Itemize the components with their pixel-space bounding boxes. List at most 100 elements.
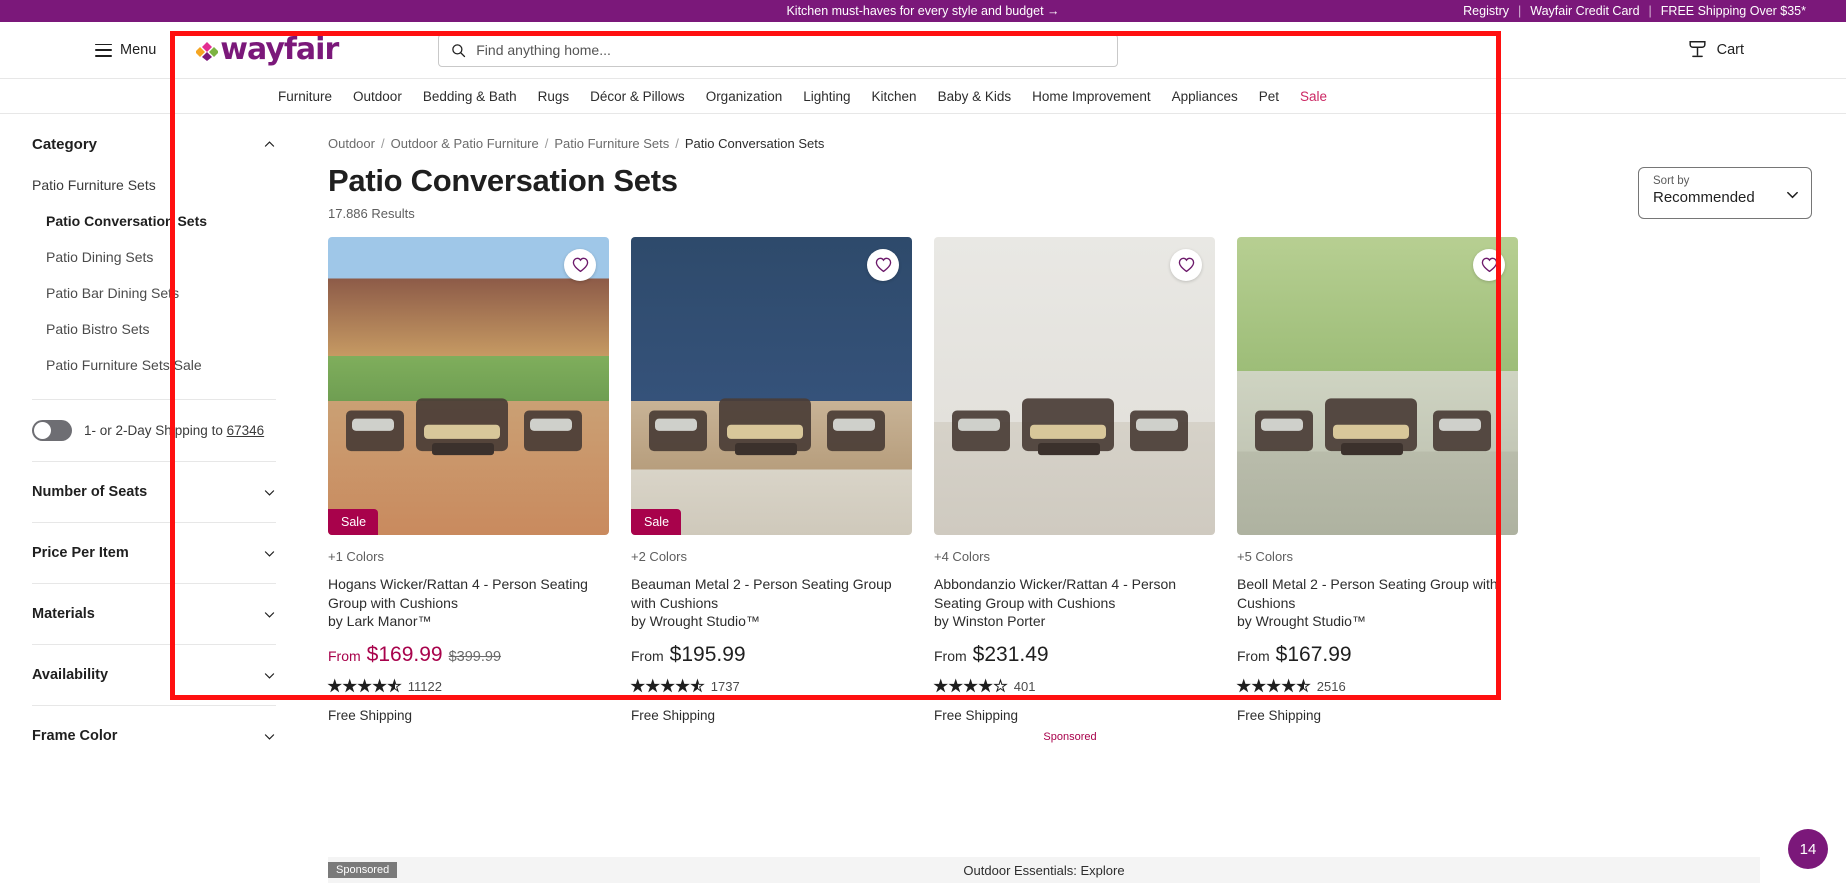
catnav-item-pet[interactable]: Pet [1259,89,1279,104]
breadcrumb-separator: / [380,136,385,151]
filter-group-list: Number of Seats Price Per Item Materials Av… [32,461,276,766]
product-brand: by Winston Porter [934,612,1046,629]
sale-badge: Sale [631,509,682,535]
hamburger-icon [95,43,112,57]
catnav-item-baby-kids[interactable]: Baby & Kids [938,89,1012,104]
promo-link-free-shipping[interactable]: FREE Shipping Over $35* [1661,4,1806,18]
favorite-heart-icon[interactable] [867,249,899,281]
product-image-art [328,368,609,469]
cart-icon [1689,41,1706,58]
search-container [438,33,1119,67]
product-card[interactable]: +4 Colors Abbondanzio Wicker/Rattan 4 - P… [934,237,1215,723]
chevron-down-icon [263,608,276,621]
sidebar-category-patio-dining-sets[interactable]: Patio Dining Sets [32,239,276,275]
product-rating[interactable]: ★★★★★★★★★★1737 [631,678,912,694]
catnav-item-home-improvement[interactable]: Home Improvement [1032,89,1151,104]
product-name[interactable]: Hogans Wicker/Rattan 4 - Person Seating … [328,575,609,613]
product-card[interactable]: +5 Colors Beoll Metal 2 - Person Seating … [1237,237,1518,723]
catnav-item-sale[interactable]: Sale [1300,89,1327,104]
floating-notification-badge[interactable]: 14 [1788,829,1828,869]
star-rating-icon: ★★★★★★★★★★ [934,676,1009,695]
breadcrumb-item[interactable]: Patio Furniture Sets [554,136,669,151]
filter-number-of-seats[interactable]: Number of Seats [32,461,276,522]
product-image[interactable]: Sale [328,237,609,535]
product-rating[interactable]: ★★★★★★★★★★401 [934,676,1215,695]
catnav-item-furniture[interactable]: Furniture [278,89,332,104]
product-name[interactable]: Beauman Metal 2 - Person Seating Group w… [631,575,912,613]
sidebar-category-patio-furniture-sets-sale[interactable]: Patio Furniture Sets Sale [32,347,276,383]
product-shipping: Free Shipping [934,707,1019,723]
product-colors: +5 Colors [1237,549,1293,564]
promo-divider: | [1648,4,1652,18]
main-content: Outdoor / Outdoor & Patio Furniture / Patio … [300,114,1846,766]
toggle-knob [34,422,51,439]
sort-by-label: Sort by [1653,175,1690,187]
filter-frame-color[interactable]: Frame Color [32,705,276,766]
price-row: From $195.99 [631,643,912,667]
fast-shipping-toggle[interactable] [32,420,72,441]
sidebar-category-patio-furniture-sets[interactable]: Patio Furniture Sets [32,167,276,203]
results-count: 17.886 Results [328,206,415,221]
filter-label: Number of Seats [32,484,148,500]
filter-price-per-item[interactable]: Price Per Item [32,522,276,583]
sidebar-category-patio-bar-dining-sets[interactable]: Patio Bar Dining Sets [32,275,276,311]
catnav-item-outdoor[interactable]: Outdoor [353,89,402,104]
cart-button[interactable]: Cart [1686,39,1744,61]
filter-label: Materials [32,606,95,622]
promo-link-registry[interactable]: Registry [1463,4,1509,18]
search-input[interactable] [476,42,1106,58]
product-card[interactable]: Sale +2 Colors Beauman Metal 2 - Person Se… [631,237,912,723]
price-from-label: From [631,647,664,664]
zip-code-link[interactable]: 67346 [227,423,265,438]
fast-shipping-text: 1- or 2-Day Shipping to [84,423,227,438]
menu-label: Menu [120,42,157,58]
catnav-item-rugs[interactable]: Rugs [538,89,570,104]
breadcrumb-item[interactable]: Patio Conversation Sets [685,136,824,151]
review-count: 401 [1013,678,1036,694]
sidebar-category-patio-conversation-sets[interactable]: Patio Conversation Sets [32,203,276,239]
title-row: Patio Conversation Sets 17.886 Results S… [328,151,1812,221]
filter-availability[interactable]: Availability [32,644,276,705]
breadcrumb-item[interactable]: Outdoor & Patio Furniture [391,136,539,151]
promo-links: Registry | Wayfair Credit Card | FREE Sh… [1463,4,1806,18]
sort-by-dropdown[interactable]: Sort by Recommended [1638,167,1812,219]
price-row: From $167.99 [1237,643,1518,667]
catnav-item-bedding-bath[interactable]: Bedding & Bath [423,89,517,104]
favorite-heart-icon[interactable] [1473,249,1505,281]
search-box[interactable] [438,33,1119,67]
product-image-art [631,368,912,469]
product-rating[interactable]: ★★★★★★★★★★11122 [328,678,609,694]
filter-materials[interactable]: Materials [32,583,276,644]
favorite-heart-icon[interactable] [1170,249,1202,281]
catnav-item-appliances[interactable]: Appliances [1172,89,1238,104]
product-brand: by Lark Manor™ [328,612,432,629]
product-rating[interactable]: ★★★★★★★★★★2516 [1237,678,1518,694]
page-title: Patio Conversation Sets [328,163,678,198]
wayfair-logo[interactable]: wayfair [195,32,339,67]
breadcrumb-item[interactable]: Outdoor [328,136,375,151]
product-card[interactable]: Sale +1 Colors Hogans Wicker/Rattan 4 - Pe… [328,237,609,723]
chevron-down-icon [263,486,276,499]
filter-category-header[interactable]: Category [32,114,276,167]
catnav-item-organization[interactable]: Organization [706,89,783,104]
product-image[interactable] [1237,237,1518,535]
product-name[interactable]: Beoll Metal 2 - Person Seating Group wit… [1237,575,1518,613]
menu-button[interactable]: Menu [95,42,156,58]
catnav-item-lighting[interactable]: Lighting [803,89,850,104]
product-brand: by Wrought Studio™ [631,612,760,629]
product-image[interactable]: Sale [631,237,912,535]
sale-badge: Sale [328,509,379,535]
wayfair-logo-icon [195,40,220,61]
promo-link-credit-card[interactable]: Wayfair Credit Card [1530,4,1639,18]
product-image[interactable] [934,237,1215,535]
product-shipping: Free Shipping [631,707,716,723]
wayfair-logo-text: wayfair [220,32,339,67]
cart-label: Cart [1716,42,1744,58]
product-brand: by Wrought Studio™ [1237,612,1366,629]
sort-by-value: Recommended [1653,189,1755,206]
catnav-item-kitchen[interactable]: Kitchen [872,89,917,104]
product-name[interactable]: Abbondanzio Wicker/Rattan 4 - Person Sea… [934,575,1215,613]
catnav-item-d-cor-pillows[interactable]: Décor & Pillows [590,89,685,104]
favorite-heart-icon[interactable] [564,249,596,281]
sidebar-category-patio-bistro-sets[interactable]: Patio Bistro Sets [32,311,276,347]
